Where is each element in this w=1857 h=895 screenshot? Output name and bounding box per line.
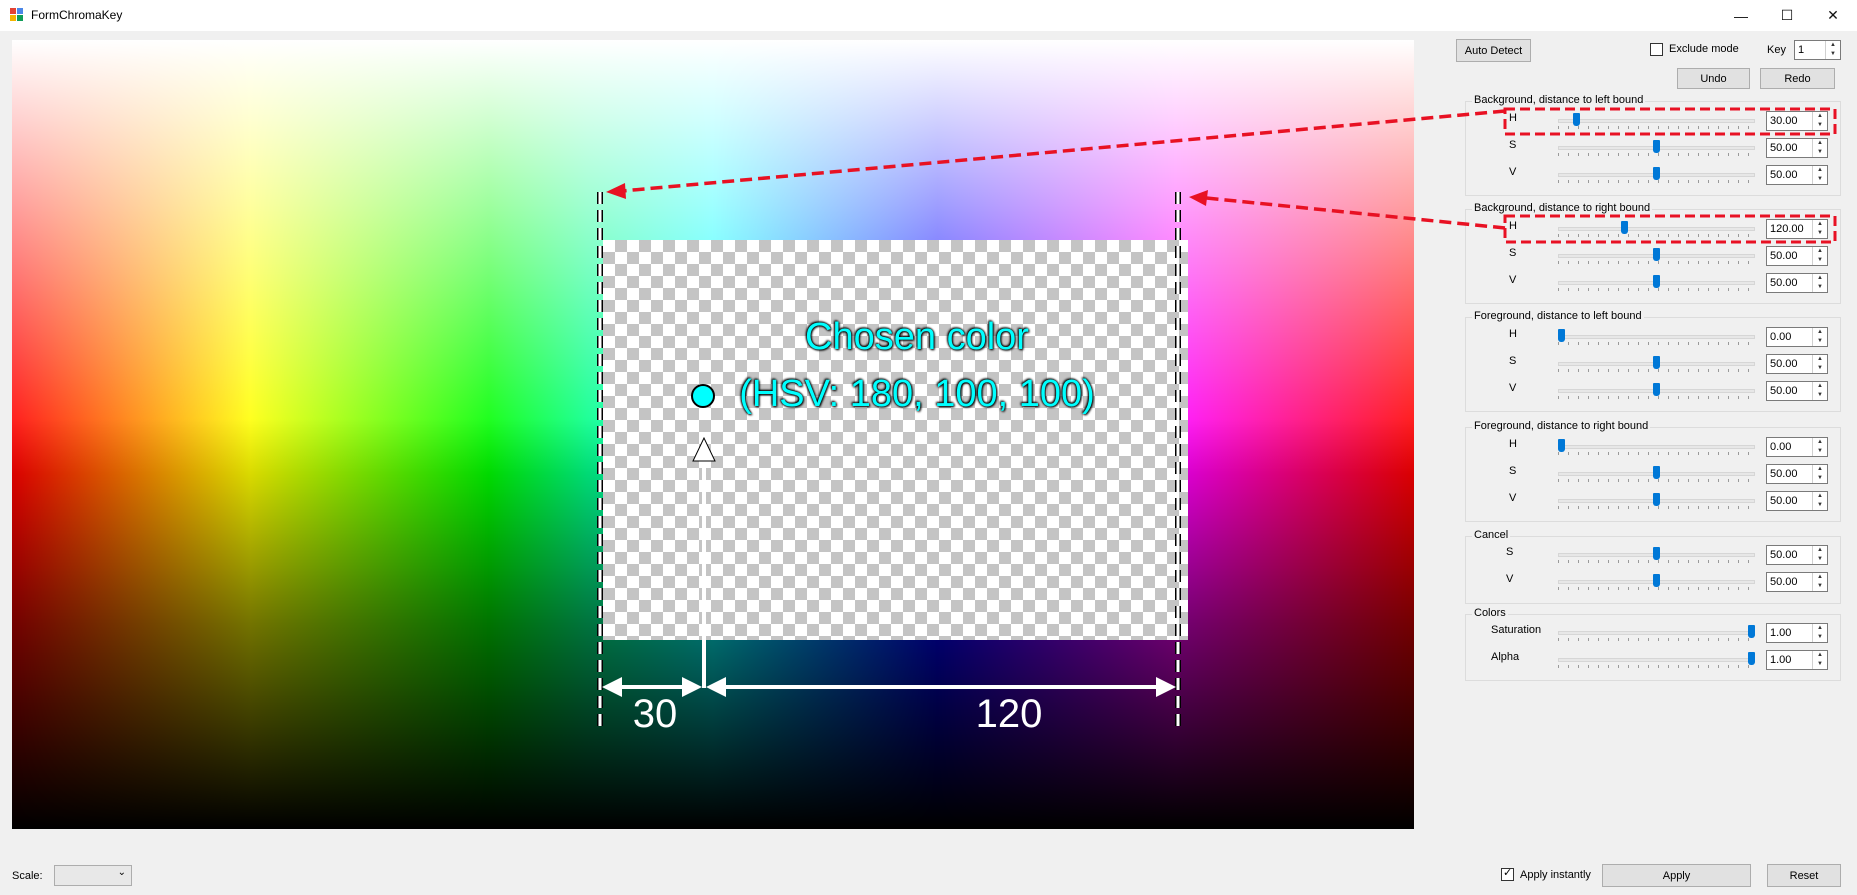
apply-instantly-label: Apply instantly bbox=[1520, 869, 1591, 881]
reset-button[interactable]: Reset bbox=[1767, 864, 1841, 887]
scale-dropdown[interactable]: ⌄ bbox=[54, 865, 132, 886]
pointer-line-right bbox=[1205, 196, 1506, 230]
highlight-bg-left-h bbox=[1503, 107, 1837, 136]
highlight-annotation-overlay bbox=[606, 107, 1837, 244]
apply-button[interactable]: Apply bbox=[1602, 864, 1751, 887]
pointer-arrowhead-right bbox=[1189, 190, 1208, 206]
pointer-line-left bbox=[621, 109, 1506, 193]
apply-instantly-checkbox[interactable] bbox=[1501, 866, 1514, 881]
highlight-bg-right-h bbox=[1503, 214, 1837, 244]
pointer-arrowhead-left bbox=[606, 183, 626, 199]
chevron-down-icon: ⌄ bbox=[117, 867, 126, 878]
scale-label: Scale: bbox=[12, 870, 43, 882]
